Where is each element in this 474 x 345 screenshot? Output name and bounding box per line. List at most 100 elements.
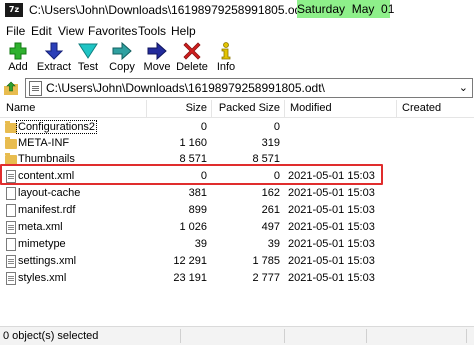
file-packed-size: 1 785: [252, 255, 280, 267]
column-modified[interactable]: Modified: [290, 102, 332, 114]
folder-icon: [5, 121, 17, 133]
file-size: 12 291: [173, 255, 207, 267]
file-packed-size: 261: [261, 204, 280, 216]
status-divider: [180, 329, 181, 343]
up-folder-icon[interactable]: [3, 80, 19, 96]
info-button-label: Info: [216, 61, 236, 73]
column-name[interactable]: Name: [6, 102, 35, 114]
file-packed-size: 162: [261, 187, 280, 199]
file-size: 23 191: [173, 272, 207, 284]
file-icon: [6, 187, 16, 200]
file-name: mimetype: [18, 238, 66, 250]
menu-bar: File Edit View Favorites Tools Help: [0, 23, 474, 39]
folder-icon: [5, 137, 17, 149]
file-packed-size: 497: [261, 221, 280, 233]
menu-file[interactable]: File: [6, 24, 25, 38]
highlight-box: [0, 164, 383, 185]
delete-button-label: Delete: [176, 61, 208, 73]
column-header-row: Name Size Packed Size Modified Created: [0, 100, 474, 118]
add-icon: [9, 42, 27, 60]
status-divider: [284, 329, 285, 343]
column-divider[interactable]: [284, 100, 285, 117]
file-size: 1 026: [179, 221, 207, 233]
address-field[interactable]: C:\Users\John\Downloads\1619897925899180…: [25, 78, 473, 98]
chevron-down-icon[interactable]: ⌄: [459, 81, 468, 94]
menu-help[interactable]: Help: [171, 24, 196, 38]
extract-icon: [44, 42, 64, 60]
add-button-label: Add: [8, 61, 28, 73]
file-name: layout-cache: [18, 187, 81, 199]
status-divider: [466, 329, 467, 343]
delete-icon: [183, 42, 201, 60]
column-divider[interactable]: [211, 100, 212, 117]
title-bar: 7z C:\Users\John\Downloads\1619897925899…: [0, 0, 474, 21]
file-modified: 2021-05-01 15:03: [288, 238, 375, 250]
copy-icon: [112, 42, 132, 60]
column-divider[interactable]: [146, 100, 147, 117]
menu-view[interactable]: View: [58, 24, 84, 38]
file-modified: 2021-05-01 15:03: [288, 255, 375, 267]
file-packed-size: 319: [261, 137, 280, 149]
move-button-label: Move: [143, 61, 171, 73]
delete-button[interactable]: Delete: [176, 40, 208, 76]
file-name: styles.xml: [18, 272, 67, 284]
test-button-label: Test: [77, 61, 99, 73]
address-path: C:\Users\John\Downloads\1619897925899180…: [46, 81, 325, 95]
file-icon: [6, 204, 16, 217]
test-button[interactable]: Test: [75, 40, 101, 76]
xml-file-icon: [6, 272, 16, 285]
file-size: 39: [194, 238, 207, 250]
file-name: Configurations2: [15, 120, 98, 134]
file-row-mimetype[interactable]: mimetype 39 39 2021-05-01 15:03: [0, 236, 474, 253]
document-icon: [29, 81, 42, 96]
7zip-app-icon: 7z: [5, 3, 23, 17]
address-bar: C:\Users\John\Downloads\1619897925899180…: [0, 77, 474, 99]
file-row-meta-xml[interactable]: meta.xml 1 026 497 2021-05-01 15:03: [0, 219, 474, 236]
file-name: meta.xml: [18, 221, 63, 233]
file-modified: 2021-05-01 15:03: [288, 204, 375, 216]
info-icon: [221, 42, 231, 60]
file-row-configurations2[interactable]: Configurations2 0 0: [0, 119, 474, 136]
file-modified: 2021-05-01 15:03: [288, 187, 375, 199]
file-size: 899: [188, 204, 207, 216]
file-size: 0: [200, 121, 207, 133]
xml-file-icon: [6, 255, 16, 268]
file-name: META-INF: [18, 137, 70, 149]
file-row-meta-inf[interactable]: META-INF 1 160 319: [0, 135, 474, 152]
move-button[interactable]: Move: [142, 40, 172, 76]
file-size: 381: [188, 187, 207, 199]
file-row-styles-xml[interactable]: styles.xml 23 191 2 777 2021-05-01 15:03: [0, 270, 474, 287]
file-modified: 2021-05-01 15:03: [288, 221, 375, 233]
column-divider[interactable]: [396, 100, 397, 117]
move-icon: [147, 42, 167, 60]
menu-edit[interactable]: Edit: [31, 24, 52, 38]
extract-button[interactable]: Extract: [36, 40, 72, 76]
file-size: 1 160: [179, 137, 207, 149]
file-name: manifest.rdf: [18, 204, 76, 216]
file-modified: 2021-05-01 15:03: [288, 272, 375, 284]
menu-favorites[interactable]: Favorites: [88, 24, 137, 38]
date-overlay: Saturday May 01: [297, 0, 395, 18]
file-row-layout-cache[interactable]: layout-cache 381 162 2021-05-01 15:03: [0, 185, 474, 202]
column-packed-size[interactable]: Packed Size: [213, 102, 280, 114]
file-icon: [6, 238, 16, 251]
column-created[interactable]: Created: [402, 102, 441, 114]
copy-button[interactable]: Copy: [107, 40, 137, 76]
file-row-manifest-rdf[interactable]: manifest.rdf 899 261 2021-05-01 15:03: [0, 202, 474, 219]
menu-tools[interactable]: Tools: [138, 24, 166, 38]
copy-button-label: Copy: [109, 61, 135, 73]
toolbar: Add Extract Test Copy Move Delete Info: [0, 40, 474, 78]
window-title: C:\Users\John\Downloads\1619897925899180…: [29, 3, 308, 17]
column-size[interactable]: Size: [150, 102, 207, 114]
test-icon: [78, 43, 98, 59]
status-bar: 0 object(s) selected: [0, 326, 474, 345]
file-packed-size: 2 777: [252, 272, 280, 284]
status-divider: [366, 329, 367, 343]
info-button[interactable]: Info: [214, 40, 238, 76]
file-row-settings-xml[interactable]: settings.xml 12 291 1 785 2021-05-01 15:…: [0, 253, 474, 270]
extract-button-label: Extract: [36, 61, 72, 73]
file-packed-size: 39: [267, 238, 280, 250]
xml-file-icon: [6, 221, 16, 234]
add-button[interactable]: Add: [3, 40, 33, 76]
file-packed-size: 0: [273, 121, 280, 133]
